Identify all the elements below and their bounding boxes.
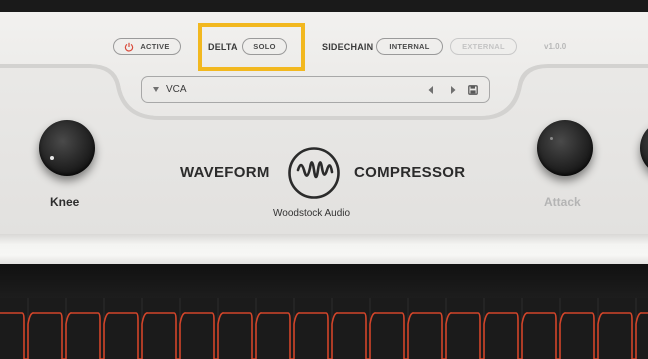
waveform-logo-icon [288, 147, 340, 199]
version-label: v1.0.0 [544, 42, 567, 51]
chevron-right-icon[interactable] [448, 85, 458, 95]
attack-knob-indicator [550, 137, 553, 140]
waveform-trace [0, 298, 648, 359]
external-button[interactable]: EXTERNAL [450, 38, 517, 55]
save-icon[interactable] [468, 85, 478, 95]
internal-label: INTERNAL [389, 42, 430, 51]
attack-label: Attack [544, 195, 581, 209]
panel-lip [0, 234, 648, 264]
attack-knob[interactable] [537, 120, 593, 176]
knee-knob[interactable] [39, 120, 95, 176]
power-icon [125, 42, 134, 52]
chevron-left-icon[interactable] [426, 85, 436, 95]
delta-solo-highlight [198, 23, 305, 71]
active-button[interactable]: ACTIVE [113, 38, 181, 55]
preset-name: VCA [166, 84, 187, 95]
external-label: EXTERNAL [462, 42, 505, 51]
active-label: ACTIVE [140, 42, 170, 51]
knee-label: Knee [50, 195, 80, 209]
preset-selector[interactable]: VCA [141, 76, 490, 103]
compressor-plugin-window: ACTIVE DELTA SOLO SIDECHAIN INTERNAL EXT… [0, 0, 648, 359]
maker-label: Woodstock Audio [273, 208, 351, 219]
knee-knob-indicator [50, 156, 54, 160]
header-bevel [0, 12, 648, 120]
sidechain-label: SIDECHAIN [322, 42, 374, 52]
chevron-down-icon [153, 87, 159, 92]
waveform-display-header [0, 264, 648, 298]
internal-button[interactable]: INTERNAL [376, 38, 443, 55]
brand-left-word: WAVEFORM [180, 164, 270, 181]
top-strip [0, 0, 648, 12]
brand-right-word: COMPRESSOR [354, 164, 466, 181]
